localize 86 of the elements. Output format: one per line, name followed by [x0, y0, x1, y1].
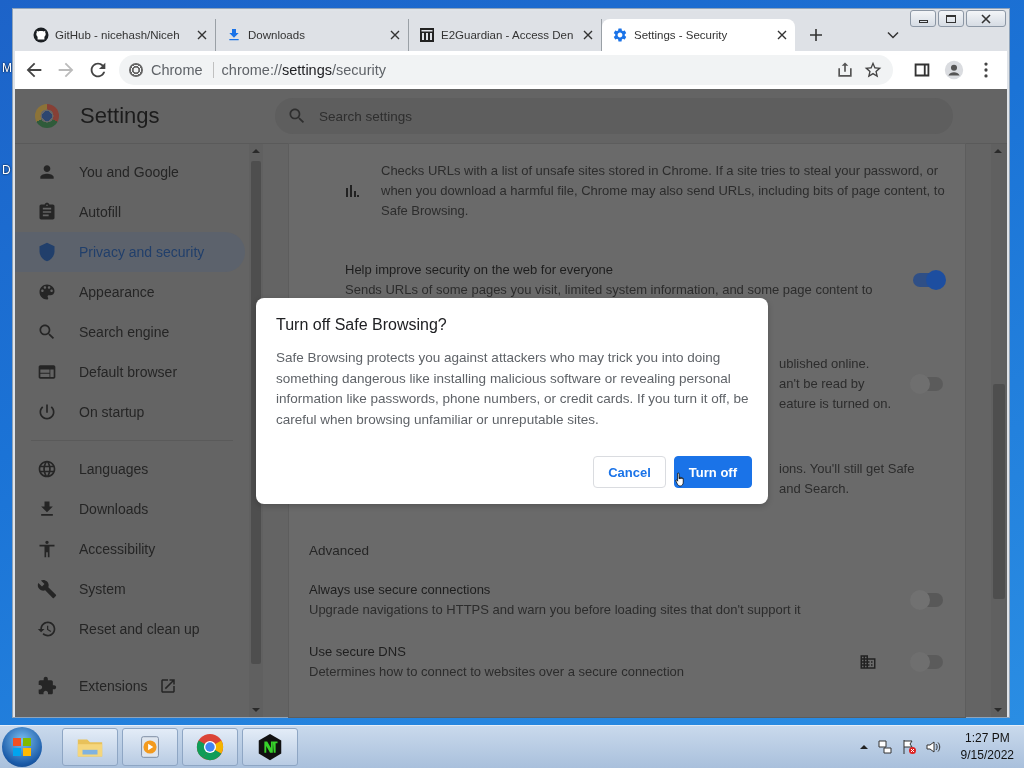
dialog-message: Safe Browsing protects you against attackers who may trick you into doing something dangerous like installing malicious software or revealing personal information like passwords, phone numbers, or credit cards. If you turn it off, be careful when browsing unfamiliar or unreputable sites.: [276, 349, 750, 429]
globe-icon: [37, 459, 57, 479]
gear-icon: [612, 27, 628, 43]
setting-description: Upgrade navigations to HTTPS and warn you before loading sites that don't support it: [309, 601, 802, 619]
clipboard-icon: [37, 202, 57, 222]
sidebar-item[interactable]: You and Google: [15, 152, 245, 192]
cancel-button[interactable]: Cancel: [593, 456, 666, 488]
sidebar-item[interactable]: Accessibility: [15, 529, 245, 569]
toggle-switch[interactable]: [913, 273, 943, 287]
new-tab-icon[interactable]: [809, 28, 823, 42]
palette-icon: [37, 282, 57, 302]
browser-logo-icon: [195, 732, 225, 762]
download-icon: [226, 27, 242, 43]
minimize-button[interactable]: [910, 10, 936, 27]
external-link-icon: [159, 677, 178, 695]
cat-logo-icon: [33, 27, 49, 43]
tab-title: GitHub - nicehash/Niceh: [55, 29, 181, 41]
section-heading: Advanced: [309, 543, 370, 558]
close-icon[interactable]: [390, 30, 400, 40]
caret-up-icon[interactable]: [858, 742, 869, 752]
browser-window-icon: [37, 362, 57, 382]
setting-title: Help improve security on the web for everyone: [345, 261, 615, 279]
close-icon: [981, 13, 991, 24]
page-title: Settings: [80, 103, 161, 129]
share-icon[interactable]: [835, 60, 855, 80]
desktop-icon-label: D: [2, 163, 11, 177]
description-text: and Search.: [779, 480, 851, 498]
chevron-down-icon[interactable]: [887, 31, 899, 39]
setting-title: Always use secure connections: [309, 581, 492, 599]
search-icon: [37, 322, 57, 342]
sidebar-item[interactable]: Default browser: [15, 352, 245, 392]
power-icon: [37, 402, 57, 422]
tab-title: Downloads: [248, 29, 306, 41]
search-icon: [287, 106, 307, 126]
sidebar-item[interactable]: Extensions: [15, 666, 245, 706]
url-text: chrome://settings/security: [221, 62, 387, 78]
profile-icon[interactable]: [943, 59, 965, 81]
network-icon[interactable]: [876, 739, 893, 755]
bar-chart-icon: [345, 184, 359, 198]
sidebar-item[interactable]: On startup: [15, 392, 245, 432]
setting-description: Sends URLs of some pages you visit, limited system information, and some page content to: [345, 281, 874, 299]
close-icon[interactable]: [777, 30, 787, 40]
history-icon: [37, 619, 57, 639]
setting-description: Determines how to connect to websites over a secure connection: [309, 663, 686, 681]
wrench-icon: [37, 579, 57, 599]
toggle-switch[interactable]: [913, 593, 943, 607]
sidebar-item[interactable]: Appearance: [15, 272, 245, 312]
tab-title: Settings - Security: [634, 29, 729, 41]
browser-logo-icon: [35, 104, 59, 128]
site-chip: Chrome: [151, 62, 214, 78]
sidebar-item[interactable]: Downloads: [15, 489, 245, 529]
taskbar-app[interactable]: [242, 728, 298, 766]
description-text: ions. You'll still get Safe: [779, 460, 916, 478]
close-icon[interactable]: [583, 30, 593, 40]
description-text: eature is turned on.: [779, 395, 893, 413]
close-button[interactable]: [966, 10, 1006, 27]
flag-icon[interactable]: [900, 739, 917, 755]
close-icon[interactable]: [197, 30, 207, 40]
clock-date: 9/15/2022: [960, 747, 1014, 764]
accessibility-icon: [37, 539, 57, 559]
clock-time: 1:27 PM: [964, 730, 1010, 747]
sidebar-item[interactable]: Autofill: [15, 192, 245, 232]
browser-logo-icon: [129, 63, 143, 77]
sidebar-item[interactable]: Search engine: [15, 312, 245, 352]
browser-tab[interactable]: Settings - Security: [602, 19, 795, 51]
description-text: ublished online.: [779, 355, 871, 373]
star-icon[interactable]: [863, 60, 883, 80]
sidebar-item[interactable]: Privacy and security: [15, 232, 245, 272]
tab-title: E2Guardian - Access Den: [441, 29, 575, 41]
confirm-button[interactable]: Turn off: [673, 456, 752, 488]
columns-building-icon: [419, 27, 435, 43]
scrollbar[interactable]: [991, 144, 1007, 717]
address-bar[interactable]: Chrome chrome://settings/security: [119, 55, 893, 85]
setting-title: Use secure DNS: [309, 643, 407, 661]
puzzle-icon: [37, 676, 57, 696]
start-button[interactable]: [2, 727, 42, 767]
volume-icon[interactable]: [924, 739, 941, 755]
sidebar-item[interactable]: Languages: [15, 449, 245, 489]
sidebar-item[interactable]: System: [15, 569, 245, 609]
hand-cursor-icon: [675, 471, 687, 489]
sidebar-item[interactable]: Reset and clean up: [15, 609, 245, 649]
maximize-button[interactable]: [938, 10, 964, 27]
description-text: an't be read by: [779, 375, 866, 393]
shield-icon: [37, 242, 57, 262]
desktop-icon-label: M: [2, 61, 12, 75]
dialog-title: Turn off Safe Browsing?: [276, 316, 448, 334]
